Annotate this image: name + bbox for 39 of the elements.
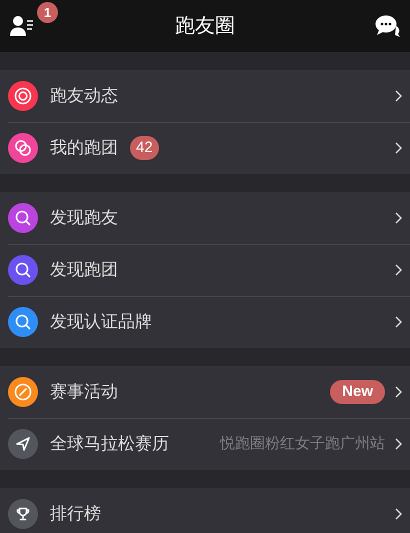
menu-item[interactable]: 跑友动态 <box>0 70 410 122</box>
friends-button[interactable] <box>9 13 35 39</box>
menu-item[interactable]: 我的跑团 42 <box>0 122 410 174</box>
menu-item[interactable]: 发现跑团 <box>0 244 410 296</box>
chevron-right-icon <box>395 212 402 224</box>
item-detail: 悦跑圈粉红女子跑广州站 <box>220 434 385 454</box>
chevron-right-icon <box>395 316 402 328</box>
item-label: 发现跑友 <box>50 207 118 230</box>
target-icon <box>14 87 32 105</box>
chevron-right-icon <box>395 438 402 450</box>
item-label: 发现跑团 <box>50 259 118 282</box>
search-icon <box>15 314 31 330</box>
chevron-right-icon <box>395 386 402 398</box>
chevron-right-icon <box>395 90 402 102</box>
chevron-right-icon <box>395 264 402 276</box>
chevron-right-icon <box>395 142 402 154</box>
search-icon <box>15 262 31 278</box>
menu-item[interactable]: 赛事活动 New <box>0 366 410 418</box>
menu-item[interactable]: 全球马拉松赛历 悦跑圈粉红女子跑广州站 <box>0 418 410 470</box>
chevron-right-icon <box>395 508 402 520</box>
chat-bubbles-icon <box>375 14 401 38</box>
item-label: 跑友动态 <box>50 85 118 108</box>
item-label: 排行榜 <box>50 503 101 526</box>
item-label: 我的跑团 <box>50 137 118 160</box>
page-title: 跑友圈 <box>175 14 235 39</box>
notification-badge: 1 <box>37 2 58 23</box>
trophy-icon <box>16 507 30 521</box>
menu-item[interactable]: 排行榜 <box>0 488 410 533</box>
new-badge: New <box>330 380 385 404</box>
count-badge: 42 <box>130 136 159 160</box>
person-list-icon <box>10 15 34 37</box>
menu-item[interactable]: 发现跑友 <box>0 192 410 244</box>
item-label: 全球马拉松赛历 <box>50 433 169 456</box>
send-icon <box>16 437 30 451</box>
search-icon <box>15 210 31 226</box>
rings-icon <box>14 139 32 157</box>
item-label: 赛事活动 <box>50 381 118 404</box>
item-label: 发现认证品牌 <box>50 311 152 334</box>
menu-item[interactable]: 发现认证品牌 <box>0 296 410 348</box>
